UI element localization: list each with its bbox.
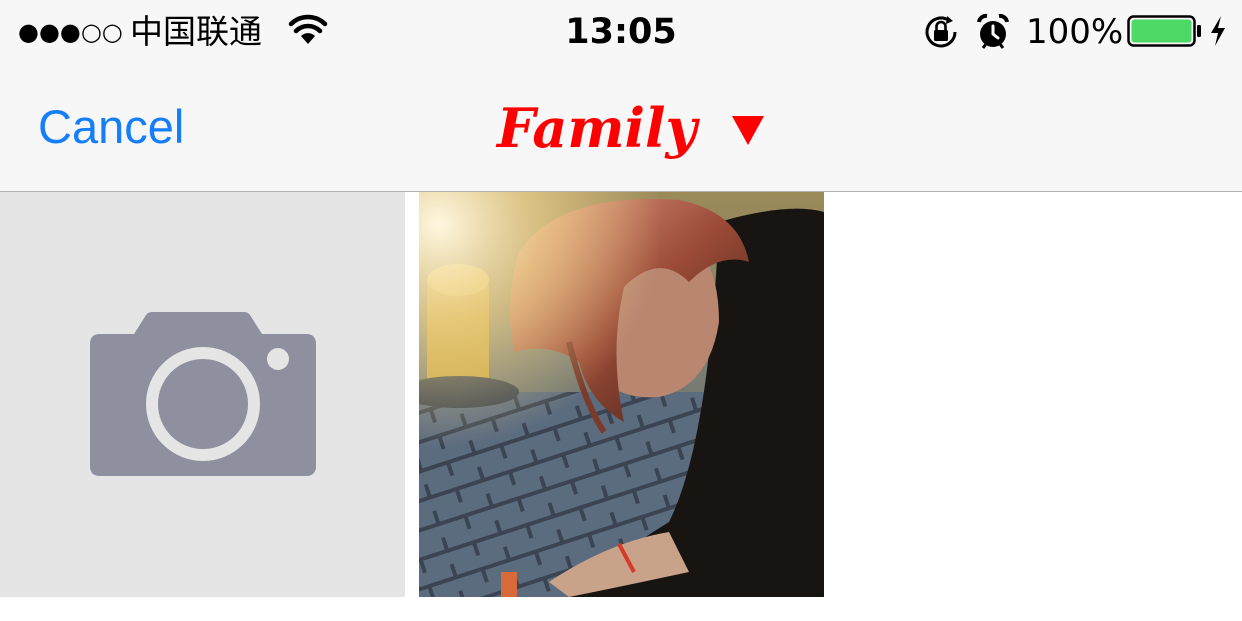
album-title: Family: [497, 96, 697, 160]
top-bar-background: ●●●○○ 中国联通 13:05 100% Cancel Family: [0, 0, 1242, 192]
triangle-down-icon: [731, 116, 764, 145]
photo-image: [419, 192, 824, 597]
charging-bolt-icon: [1211, 16, 1225, 46]
camera-icon: [90, 312, 316, 476]
photo-thumbnail[interactable]: [419, 192, 824, 597]
navigation-bar: Cancel Family: [0, 64, 1242, 192]
album-selector[interactable]: Family: [497, 92, 765, 164]
rotation-lock-icon: [925, 16, 957, 48]
status-bar: ●●●○○ 中国联通 13:05 100%: [0, 0, 1242, 64]
battery-icon: [1127, 15, 1201, 47]
take-photo-cell[interactable]: [0, 192, 405, 597]
cancel-button[interactable]: Cancel: [38, 100, 184, 154]
alarm-icon: [977, 13, 1009, 49]
battery-percentage: 100%: [1026, 12, 1124, 52]
